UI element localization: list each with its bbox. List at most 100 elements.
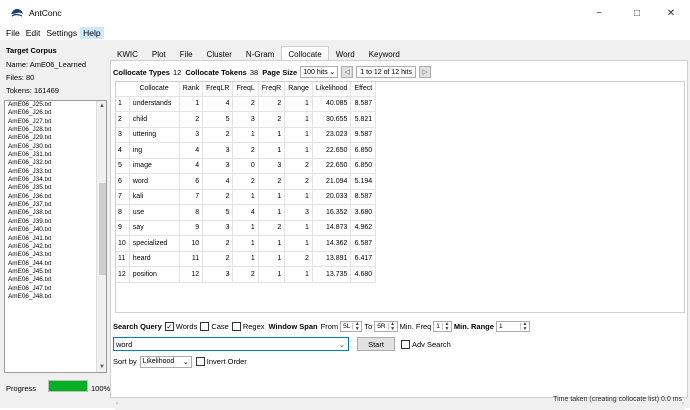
collocate-cell: uttering	[129, 127, 180, 143]
minfreq-spinner[interactable]: 1 ▲ ▼	[433, 321, 452, 332]
table-row[interactable]: 1 understands 1 4 2 2 1 40.085 8.587	[116, 96, 377, 112]
menu-help[interactable]: Help	[80, 27, 104, 39]
file-list-item[interactable]: AmE06_J32.txt	[5, 159, 106, 167]
minrange-spinner[interactable]: 1 ▲ ▼	[495, 321, 530, 332]
row-number: 7	[116, 189, 130, 205]
file-list-item[interactable]: AmE06_J37.txt	[5, 201, 106, 209]
maximize-button[interactable]: □	[618, 0, 656, 26]
menu-edit[interactable]: Edit	[23, 27, 44, 39]
search-input[interactable]: word ⌄	[113, 337, 349, 351]
regex-checkbox[interactable]	[231, 322, 241, 331]
table-row[interactable]: 3 uttering 3 2 1 1 1 23.023 9.587	[116, 127, 377, 143]
start-button[interactable]: Start	[357, 337, 395, 351]
column-header-freql[interactable]: FreqL	[232, 82, 259, 97]
tab-file[interactable]: File	[173, 46, 200, 61]
table-row[interactable]: 10 specialized 10 2 1 1 1 14.362 6.587	[116, 235, 377, 252]
row-number: 2	[116, 111, 130, 128]
table-row[interactable]: 6 word 6 4 2 2 2 21.094 5.194	[116, 173, 377, 190]
table-cell: 9.587	[350, 127, 377, 143]
file-list-item[interactable]: AmE06_J44.txt	[5, 260, 106, 268]
spinner-arrows-icon[interactable]: ▲ ▼	[521, 321, 529, 332]
file-list-item[interactable]: AmE06_J29.txt	[5, 134, 106, 142]
table-row[interactable]: 5 image 4 3 0 3 2 22.650 6.850	[116, 158, 377, 174]
spinner-arrows-icon[interactable]: ▲ ▼	[353, 321, 361, 332]
scroll-left-icon[interactable]: ‹	[116, 401, 118, 407]
tab-kwic[interactable]: KWIC	[110, 46, 145, 61]
column-header-range[interactable]: Range	[284, 82, 313, 97]
prev-page-button[interactable]: ◁	[341, 66, 354, 78]
corpus-heading: Target Corpus	[6, 46, 57, 55]
table-cell: 12	[179, 266, 204, 283]
spinner-arrows-icon[interactable]: ▲ ▼	[389, 321, 397, 332]
file-list-item[interactable]: AmE06_J47.txt	[5, 285, 106, 293]
scroll-thumb[interactable]	[99, 183, 106, 275]
file-list-item[interactable]: AmE06_J28.txt	[5, 126, 106, 134]
table-row[interactable]: 2 child 2 5 3 2 1 30.655 5.821	[116, 111, 377, 128]
close-button[interactable]: ✕	[652, 0, 690, 26]
column-header-effect[interactable]: Effect	[350, 82, 377, 97]
from-spinner[interactable]: 5L ▲ ▼	[340, 321, 363, 332]
file-list-item[interactable]: AmE06_J30.txt	[5, 143, 106, 151]
file-list-scrollbar[interactable]: ▲ ▼	[96, 101, 106, 372]
tab-collocate[interactable]: Collocate	[281, 46, 329, 61]
tab-plot[interactable]: Plot	[145, 46, 173, 61]
invert-order-checkbox[interactable]	[195, 357, 205, 366]
column-header-rank[interactable]: Rank	[179, 82, 204, 97]
file-list-item[interactable]: AmE06_J45.txt	[5, 268, 106, 276]
table-row[interactable]: 8 use 8 5 4 1 3 16.352 3.680	[116, 204, 377, 221]
case-checkbox[interactable]	[200, 322, 210, 331]
tab-word[interactable]: Word	[329, 46, 362, 61]
table-cell: 2	[232, 96, 259, 112]
menu-settings[interactable]: Settings	[43, 27, 80, 39]
file-list-item[interactable]: AmE06_J25.txt	[5, 101, 106, 109]
column-header-freqlr[interactable]: FreqLR	[202, 82, 234, 97]
file-list-item[interactable]: AmE06_J41.txt	[5, 235, 106, 243]
spinner-arrows-icon[interactable]: ▲ ▼	[443, 321, 451, 332]
table-row[interactable]: 7 kali 7 2 1 1 1 20.033 8.587	[116, 189, 377, 205]
file-list-item[interactable]: AmE06_J40.txt	[5, 226, 106, 234]
table-cell: 3	[258, 158, 286, 174]
table-row[interactable]: 4 ing 4 3 2 1 1 22.650 6.850	[116, 142, 377, 159]
column-header-likelihood[interactable]: Likelihood	[312, 82, 352, 97]
collocate-table[interactable]: Collocate Rank FreqLR FreqL FreqR Range Likeli…	[115, 81, 685, 313]
tab-ngram[interactable]: N-Gram	[239, 46, 281, 61]
file-list-item[interactable]: AmE06_J43.txt	[5, 251, 106, 259]
table-row[interactable]: 9 say 9 3 1 2 1 14.873 4.962	[116, 220, 377, 236]
scroll-up-icon[interactable]: ▲	[97, 103, 106, 109]
file-list-item[interactable]: AmE06_J38.txt	[5, 209, 106, 217]
tab-cluster[interactable]: Cluster	[200, 46, 239, 61]
column-header-freqr[interactable]: FreqR	[258, 82, 286, 97]
file-list-item[interactable]: AmE06_J42.txt	[5, 243, 106, 251]
table-row[interactable]: 11 heard 11 2 1 1 2 13.891 6.417	[116, 251, 377, 267]
sort-select[interactable]: Likelihood ⌄	[139, 355, 192, 368]
table-cell: 1	[258, 266, 286, 283]
words-checkbox[interactable]: ✓	[164, 322, 174, 331]
file-list-item[interactable]: AmE06_J46.txt	[5, 276, 106, 284]
file-list-item[interactable]: AmE06_J39.txt	[5, 218, 106, 226]
file-list[interactable]: AmE06_J25.txt AmE06_J26.txt AmE06_J27.txt A…	[4, 100, 107, 373]
table-cell: 1	[232, 235, 259, 252]
page-size-select[interactable]: 100 hits ⌄	[300, 66, 339, 78]
file-list-item[interactable]: AmE06_J31.txt	[5, 151, 106, 159]
tab-keyword[interactable]: Keyword	[362, 46, 407, 61]
column-header-collocate[interactable]: Collocate	[129, 82, 180, 97]
collocate-cell: use	[129, 204, 180, 221]
file-list-item[interactable]: AmE06_J35.txt	[5, 184, 106, 192]
file-list-item[interactable]: AmE06_J34.txt	[5, 176, 106, 184]
scroll-down-icon[interactable]: ▼	[97, 364, 106, 370]
scroll-right-icon[interactable]: ›	[682, 401, 684, 407]
table-cell: 6.850	[350, 142, 377, 159]
minfreq-label: Min. Freq	[399, 322, 432, 331]
next-page-button[interactable]: ▷	[419, 66, 431, 78]
search-options-row: Search Query ✓ Words Case Regex Window Sp…	[113, 320, 532, 333]
table-row[interactable]: 12 position 12 3 2 1 1 13.735 4.680	[116, 266, 377, 283]
menu-file[interactable]: File	[3, 27, 23, 39]
file-list-item[interactable]: AmE06_J33.txt	[5, 168, 106, 176]
file-list-item[interactable]: AmE06_J26.txt	[5, 109, 106, 117]
adv-search-checkbox[interactable]	[401, 339, 410, 349]
to-spinner[interactable]: 5R ▲ ▼	[374, 321, 398, 332]
file-list-item[interactable]: AmE06_J36.txt	[5, 193, 106, 201]
minimize-button[interactable]: −	[580, 0, 618, 26]
file-list-item[interactable]: AmE06_J48.txt	[5, 293, 106, 301]
file-list-item[interactable]: AmE06_J27.txt	[5, 118, 106, 126]
